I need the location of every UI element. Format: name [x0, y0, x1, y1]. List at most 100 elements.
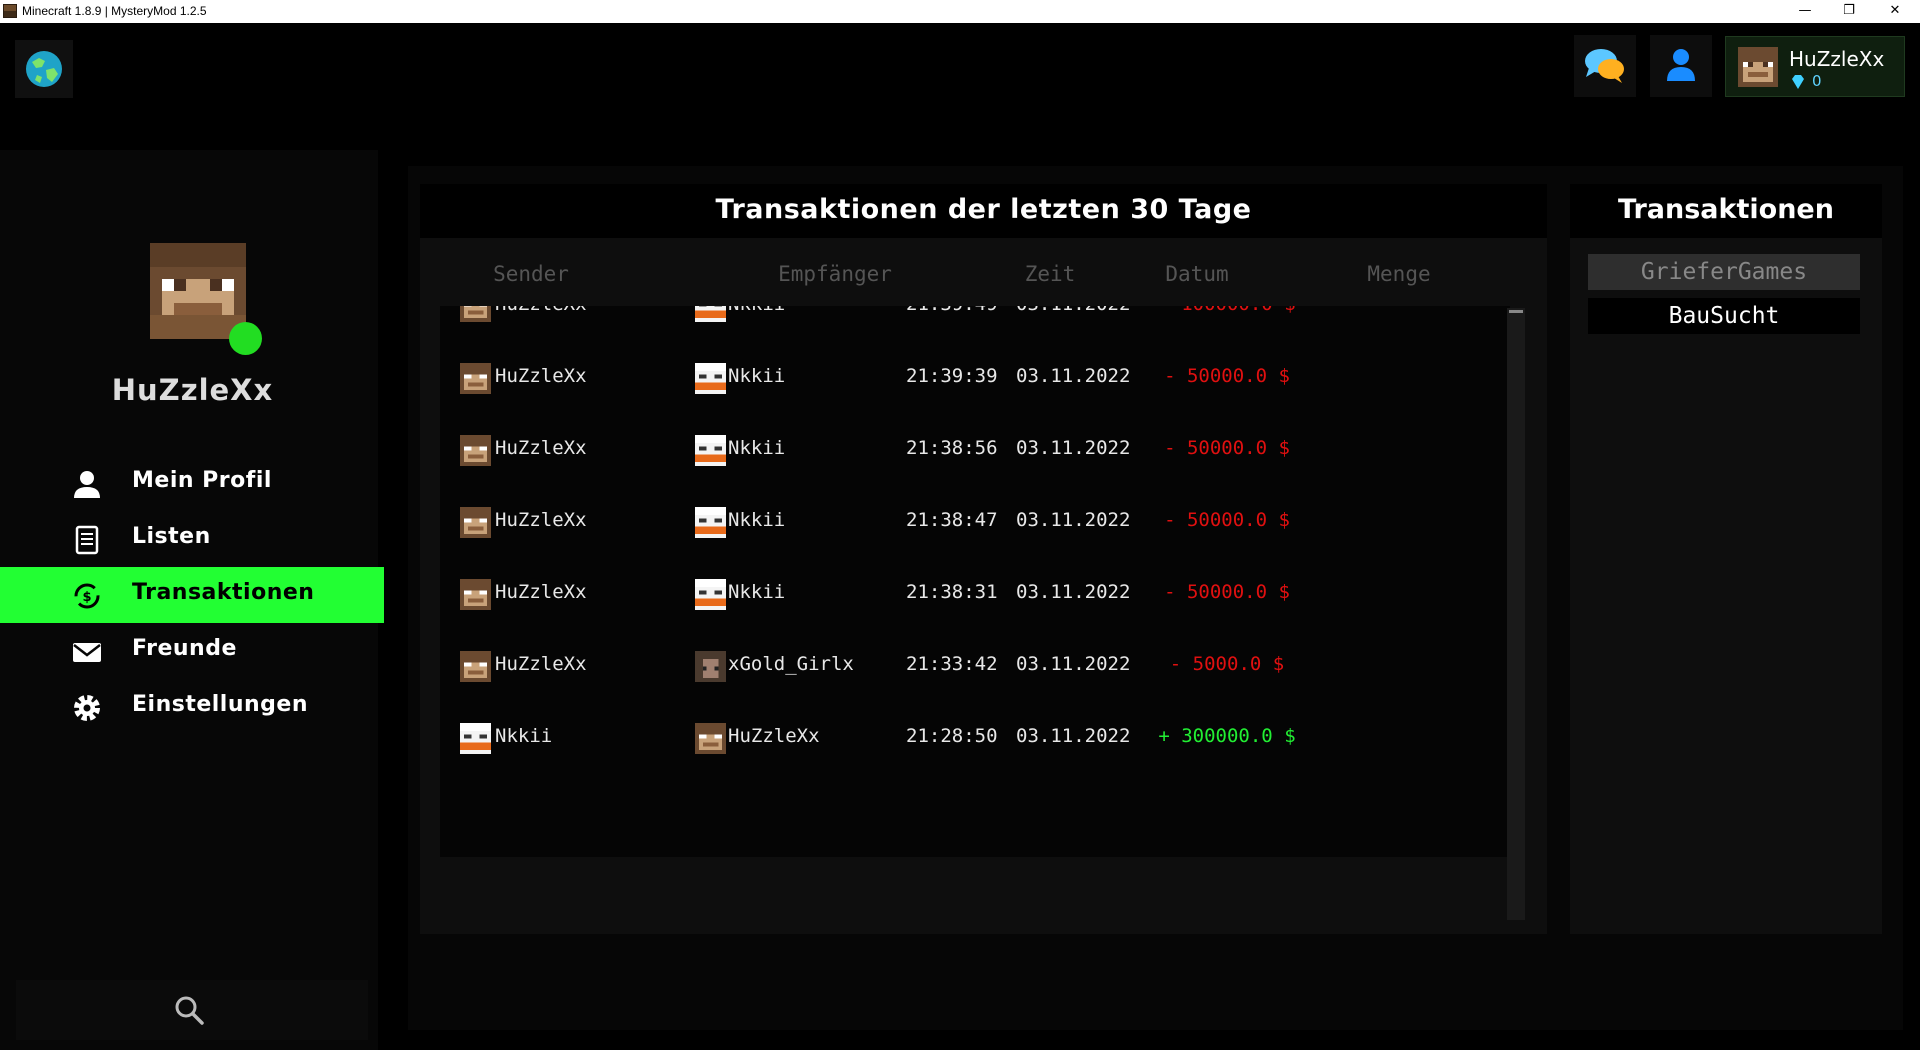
mail-icon — [73, 643, 101, 662]
table-row[interactable]: Nkkii HuZzleXx 21:28:50 03.11.2022 + 300000.… — [440, 705, 1510, 785]
receiver-name: xGold_Girlx — [728, 653, 854, 675]
transaction-time: 21:38:47 — [906, 509, 998, 531]
server-title-bar: Transaktionen — [1570, 184, 1882, 238]
svg-text:$: $ — [82, 590, 91, 605]
server-filter-panel: Transaktionen GrieferGames BauSucht — [1570, 184, 1882, 934]
nav-item-freunde[interactable]: Freunde — [0, 623, 384, 679]
sender-head-icon — [460, 651, 491, 682]
nav-item-einstellungen[interactable]: Einstellungen — [0, 679, 384, 735]
transactions-title: Transaktionen der letzten 30 Tage — [715, 194, 1252, 225]
transaction-time: 21:28:50 — [906, 725, 998, 747]
column-header-amount[interactable]: Menge — [1367, 262, 1430, 286]
column-header-receiver[interactable]: Empfänger — [778, 262, 892, 286]
table-row[interactable]: HuZzleXx Nkkii 21:38:47 03.11.2022 - 50000.0… — [440, 489, 1510, 569]
online-status-indicator — [229, 322, 262, 355]
transaction-date: 03.11.2022 — [1016, 581, 1131, 603]
transactions-scrollbar[interactable] — [1507, 308, 1525, 920]
transactions-panel: Transaktionen der letzten 30 Tage Sender… — [420, 184, 1547, 934]
chat-button[interactable] — [1574, 35, 1636, 97]
user-icon — [1667, 49, 1695, 81]
minecraft-app-icon — [3, 4, 17, 18]
friends-button[interactable] — [1650, 35, 1712, 97]
nav-item-mein-profil[interactable]: Mein Profil — [0, 455, 384, 511]
column-header-time[interactable]: Zeit — [1025, 262, 1076, 286]
transaction-amount: - 100000.0 $ — [1158, 306, 1295, 315]
gem-count: 0 — [1812, 72, 1822, 90]
transaction-amount: - 5000.0 $ — [1169, 653, 1285, 675]
receiver-name: HuZzleXx — [728, 725, 820, 747]
transaction-date: 03.11.2022 — [1016, 725, 1131, 747]
table-row[interactable]: HuZzleXx Nkkii 21:38:56 03.11.2022 - 50000.0… — [440, 417, 1510, 497]
sender-name: Nkkii — [495, 725, 553, 747]
sender-name: HuZzleXx — [495, 509, 587, 531]
gear-icon — [74, 695, 100, 721]
transaction-amount: - 50000.0 $ — [1164, 437, 1290, 459]
chat-icon — [1585, 49, 1624, 83]
nav-item-transaktionen[interactable]: $ Transaktionen — [0, 567, 384, 623]
receiver-name: Nkkii — [728, 509, 786, 531]
nav-label: Einstellungen — [132, 692, 309, 717]
sender-head-icon — [460, 435, 491, 466]
globe-button[interactable] — [15, 40, 73, 98]
transaction-date: 03.11.2022 — [1016, 509, 1131, 531]
receiver-head-icon — [695, 723, 726, 754]
receiver-head-icon — [695, 306, 726, 322]
header-username: HuZzleXx — [1789, 47, 1885, 71]
player-head-icon — [1738, 47, 1778, 87]
column-header-sender[interactable]: Sender — [493, 262, 569, 286]
table-row[interactable] — [440, 777, 1510, 857]
receiver-name: Nkkii — [728, 365, 786, 387]
search-button[interactable] — [16, 980, 368, 1040]
sender-name: HuZzleXx — [495, 306, 587, 315]
transactions-title-bar: Transaktionen der letzten 30 Tage — [420, 184, 1547, 238]
sender-name: HuZzleXx — [495, 653, 587, 675]
window-title: Minecraft 1.8.9 | MysteryMod 1.2.5 — [22, 4, 207, 18]
transactions-list[interactable]: HuZzleXx Nkkii 21:39:49 03.11.2022 - 100000.… — [440, 306, 1527, 920]
receiver-head-icon — [695, 363, 726, 394]
receiver-name: Nkkii — [728, 306, 785, 315]
sender-head-icon — [460, 363, 491, 394]
table-row[interactable]: HuZzleXx xGold_Girlx 21:33:42 03.11.2022 - 5… — [440, 633, 1510, 713]
scrollbar-thumb[interactable] — [1509, 310, 1523, 313]
profile-avatar — [150, 243, 246, 339]
server-button-bausucht[interactable]: BauSucht — [1588, 298, 1860, 334]
transaction-amount: - 50000.0 $ — [1164, 581, 1290, 603]
table-row[interactable]: HuZzleXx Nkkii 21:39:39 03.11.2022 - 50000.0… — [440, 345, 1510, 425]
sender-head-icon — [460, 507, 491, 538]
receiver-head-icon — [695, 579, 726, 610]
sender-head-icon — [460, 579, 491, 610]
receiver-head-icon — [695, 651, 726, 682]
sender-head-icon — [460, 723, 491, 754]
user-account-card[interactable]: HuZzleXx 0 — [1725, 36, 1905, 97]
sender-name: HuZzleXx — [495, 365, 587, 387]
user-icon — [74, 471, 100, 498]
transaction-time: 21:39:49 — [906, 306, 998, 315]
transaction-time: 21:38:56 — [906, 437, 998, 459]
maximize-button[interactable]: ❐ — [1826, 0, 1872, 23]
sender-name: HuZzleXx — [495, 437, 587, 459]
diamond-icon — [1792, 75, 1804, 89]
globe-icon — [26, 51, 62, 87]
table-row[interactable]: HuZzleXx Nkkii 21:38:31 03.11.2022 - 50000.0… — [440, 561, 1510, 641]
transaction-date: 03.11.2022 — [1016, 653, 1131, 675]
sender-name: HuZzleXx — [495, 581, 587, 603]
list-icon — [75, 525, 99, 555]
nav-item-listen[interactable]: Listen — [0, 511, 384, 567]
receiver-head-icon — [695, 435, 726, 466]
nav-label: Transaktionen — [132, 580, 315, 605]
close-window-button[interactable]: ✕ — [1872, 0, 1918, 23]
transactions-icon: $ — [74, 583, 100, 609]
server-panel-title: Transaktionen — [1618, 194, 1834, 225]
server-button-griefergames[interactable]: GrieferGames — [1588, 254, 1860, 290]
transaction-amount: + 300000.0 $ — [1158, 725, 1296, 747]
transaction-date: 03.11.2022 — [1016, 437, 1131, 459]
sender-head-icon — [460, 306, 491, 322]
transaction-amount: - 50000.0 $ — [1164, 509, 1290, 531]
transaction-amount: - 50000.0 $ — [1164, 365, 1290, 387]
transaction-time: 21:39:39 — [906, 365, 998, 387]
search-icon — [175, 996, 204, 1025]
minimize-button[interactable]: — — [1782, 0, 1828, 23]
column-header-date[interactable]: Datum — [1165, 262, 1228, 286]
transaction-time: 21:38:31 — [906, 581, 998, 603]
transaction-date: 03.11.2022 — [1016, 306, 1130, 315]
